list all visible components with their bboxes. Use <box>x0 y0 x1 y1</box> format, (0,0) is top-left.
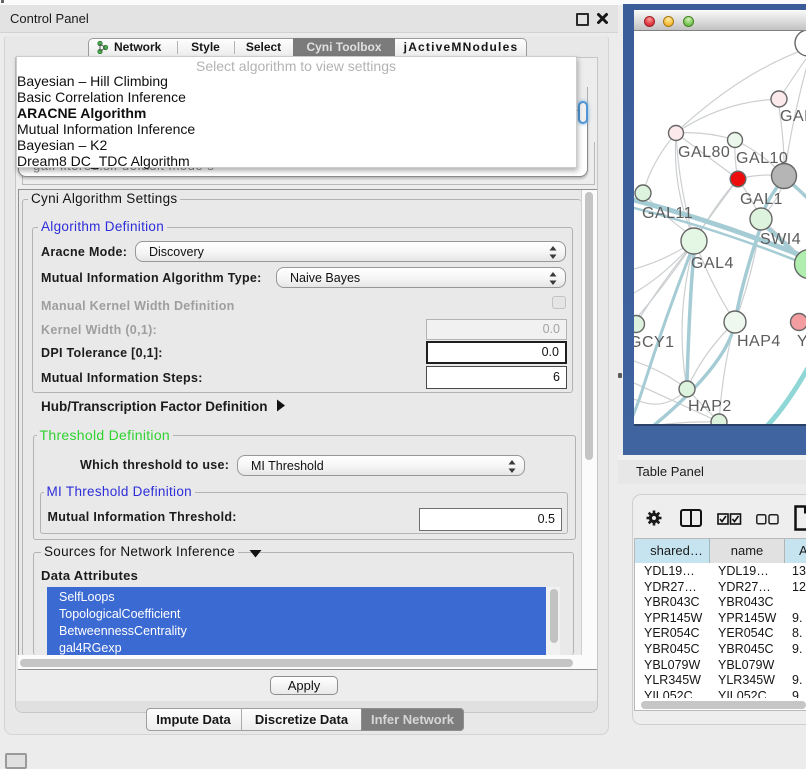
svg-text:SWI4: SWI4 <box>760 231 801 248</box>
svg-text:HAP2: HAP2 <box>688 398 732 415</box>
svg-text:GAL2: GAL2 <box>780 108 806 125</box>
svg-text:GAL1: GAL1 <box>740 191 783 208</box>
svg-text:GAL11: GAL11 <box>642 205 693 222</box>
svg-text:GAL80: GAL80 <box>678 144 730 161</box>
svg-text:HAP4: HAP4 <box>737 333 781 350</box>
svg-text:GAL4: GAL4 <box>691 255 734 272</box>
svg-text:YM: YM <box>797 333 806 350</box>
svg-text:GAL10: GAL10 <box>736 150 788 167</box>
svg-text:GCY1: GCY1 <box>634 334 675 351</box>
